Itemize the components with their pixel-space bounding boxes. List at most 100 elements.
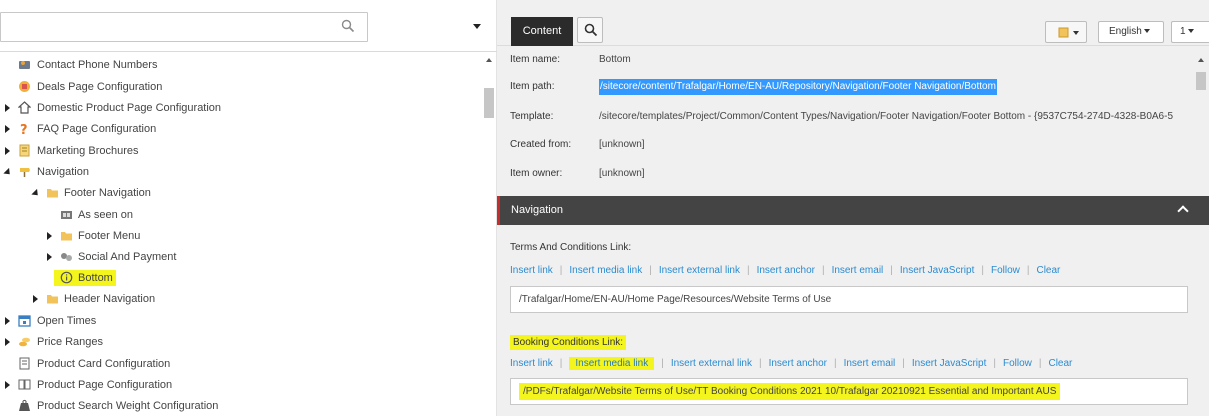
- tree-item-price-ranges[interactable]: Price Ranges: [0, 333, 470, 351]
- tree-item-label: Product Page Configuration: [37, 379, 173, 391]
- expand-arrow-icon[interactable]: [47, 253, 52, 261]
- section-header-navigation[interactable]: Navigation: [497, 196, 1209, 225]
- tree-item-label: Social And Payment: [78, 251, 177, 263]
- terms-link-actions: Insert link | Insert media link | Insert ext…: [510, 265, 1061, 276]
- insert-link-button[interactable]: Insert link: [510, 358, 553, 369]
- tree-item-deals-page-configuration[interactable]: Deals Page Configuration: [0, 78, 470, 96]
- expand-arrow-icon[interactable]: [33, 295, 38, 303]
- editor-search-button[interactable]: [577, 17, 603, 43]
- version-dropdown[interactable]: 1: [1171, 21, 1209, 43]
- scroll-up-arrow-icon[interactable]: [486, 58, 492, 62]
- booking-conditions-link-field[interactable]: /PDFs/Trafalgar/Website Terms of Use/TT …: [510, 378, 1188, 405]
- expand-arrow-icon[interactable]: [47, 232, 52, 240]
- insert-media-link-button[interactable]: Insert media link: [569, 265, 642, 276]
- tree-item-bottom[interactable]: Bottom: [0, 269, 470, 287]
- created-from-label: Created from:: [510, 139, 572, 150]
- insert-javascript-button[interactable]: Insert JavaScript: [912, 358, 986, 369]
- insert-media-link-button[interactable]: Insert media link: [569, 357, 655, 370]
- clear-button[interactable]: Clear: [1036, 265, 1060, 276]
- terms-conditions-link-field[interactable]: /Trafalgar/Home/EN-AU/Home Page/Resource…: [510, 286, 1188, 313]
- expand-arrow-icon[interactable]: [5, 125, 10, 133]
- svg-text:?: ?: [20, 123, 28, 135]
- weight-icon: [18, 399, 31, 412]
- insert-email-button[interactable]: Insert email: [844, 358, 896, 369]
- navigation-icon: [18, 165, 31, 178]
- created-from-value: [unknown]: [599, 139, 645, 150]
- tree-item-as-seen-on[interactable]: As seen on: [0, 206, 470, 224]
- tree-item-label: Footer Navigation: [64, 187, 151, 199]
- editor-scrollbar[interactable]: [1194, 54, 1208, 214]
- deals-icon: [18, 80, 31, 93]
- expand-arrow-icon[interactable]: [5, 381, 10, 389]
- tree-item-label: As seen on: [78, 209, 134, 221]
- tree-item-product-card-configuration[interactable]: Product Card Configuration: [0, 355, 470, 373]
- scroll-up-arrow-icon[interactable]: [1198, 58, 1204, 62]
- media-icon: [60, 208, 73, 221]
- item-name-value[interactable]: Bottom: [599, 52, 631, 68]
- template-value[interactable]: /sitecore/templates/Project/Common/Conte…: [599, 109, 1173, 125]
- follow-button[interactable]: Follow: [991, 265, 1020, 276]
- item-path-value[interactable]: /sitecore/content/Trafalgar/Home/EN-AU/R…: [599, 79, 997, 95]
- tree-search-input[interactable]: [0, 12, 368, 42]
- follow-button[interactable]: Follow: [1003, 358, 1032, 369]
- insert-anchor-button[interactable]: Insert anchor: [769, 358, 827, 369]
- tree-item-product-page-configuration[interactable]: Product Page Configuration: [0, 376, 470, 394]
- expand-arrow-icon[interactable]: [5, 147, 10, 155]
- chevron-up-icon[interactable]: [1177, 205, 1189, 217]
- insert-anchor-button[interactable]: Insert anchor: [757, 265, 815, 276]
- booking-link-actions: Insert link | Insert media link | Insert ext…: [510, 357, 1073, 370]
- phone-book-icon: [18, 58, 31, 71]
- tree-item-footer-navigation[interactable]: Footer Navigation: [0, 184, 470, 202]
- tree-item-navigation[interactable]: Navigation: [0, 163, 470, 181]
- expand-arrow-icon[interactable]: [5, 338, 10, 346]
- expand-arrow-icon[interactable]: [5, 317, 10, 325]
- tree-item-label: Product Card Configuration: [37, 358, 171, 370]
- tab-content[interactable]: Content: [511, 17, 573, 46]
- tree-item-domestic-product-page-configuration[interactable]: Domestic Product Page Configuration: [0, 99, 470, 117]
- tree-item-marketing-brochures[interactable]: Marketing Brochures: [0, 142, 470, 160]
- item-owner-value: [unknown]: [599, 168, 645, 179]
- tree-item-label: Header Navigation: [64, 293, 156, 305]
- folder-icon: [46, 292, 59, 305]
- collapse-arrow-icon[interactable]: [31, 188, 41, 199]
- tree-item-faq-page-configuration[interactable]: ? FAQ Page Configuration: [0, 120, 470, 138]
- chevron-down-icon: [1187, 29, 1194, 34]
- clear-button[interactable]: Clear: [1048, 358, 1072, 369]
- item-name-label: Item name:: [510, 54, 561, 65]
- collapse-arrow-icon[interactable]: [3, 167, 13, 178]
- search-icon[interactable]: [341, 19, 355, 36]
- expand-arrow-icon[interactable]: [5, 104, 10, 112]
- item-path-label: Item path:: [510, 81, 555, 92]
- search-options-dropdown[interactable]: [472, 22, 482, 34]
- divider: [0, 51, 497, 52]
- insert-external-link-button[interactable]: Insert external link: [671, 358, 752, 369]
- tree-item-header-navigation[interactable]: Header Navigation: [0, 290, 470, 308]
- coins-icon: [18, 335, 31, 348]
- tree-item-footer-menu[interactable]: Footer Menu: [0, 227, 470, 245]
- editor-toolbar: Content English 1: [497, 0, 1209, 46]
- insert-link-button[interactable]: Insert link: [510, 265, 553, 276]
- document-icon: [18, 144, 31, 157]
- insert-email-button[interactable]: Insert email: [832, 265, 884, 276]
- item-owner-label: Item owner:: [510, 168, 563, 179]
- tree-item-product-search-weight-configuration[interactable]: Product Search Weight Configuration: [0, 397, 470, 415]
- tree-item-label: Product Search Weight Configuration: [37, 400, 219, 412]
- tree-item-contact-phone-numbers[interactable]: Contact Phone Numbers: [0, 56, 470, 74]
- content-editor-pane: Content English 1 Item name: Bottom Item…: [497, 0, 1209, 416]
- language-dropdown[interactable]: English: [1098, 21, 1164, 43]
- search-icon: [584, 23, 598, 37]
- tree-item-social-and-payment[interactable]: Social And Payment: [0, 248, 470, 266]
- tree-scrollbar[interactable]: [482, 52, 496, 416]
- insert-javascript-button[interactable]: Insert JavaScript: [900, 265, 974, 276]
- item-icon-menu-icon: [1058, 27, 1079, 38]
- section-body: Terms And Conditions Link: Insert link | I…: [497, 225, 1209, 416]
- item-icon-dropdown-button[interactable]: [1045, 21, 1087, 43]
- scrollbar-thumb[interactable]: [1196, 72, 1206, 90]
- insert-external-link-button[interactable]: Insert external link: [659, 265, 740, 276]
- social-icon: [60, 250, 73, 263]
- tree-item-open-times[interactable]: Open Times: [0, 312, 470, 330]
- booking-conditions-link-label: Booking Conditions Link:: [510, 335, 627, 350]
- section-title: Navigation: [511, 204, 563, 216]
- house-icon: [17, 101, 32, 114]
- scrollbar-thumb[interactable]: [484, 88, 494, 118]
